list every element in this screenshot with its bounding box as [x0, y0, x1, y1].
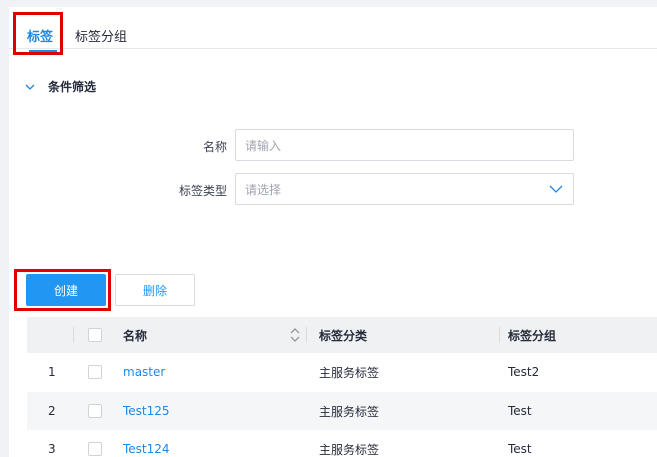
row-checkbox[interactable] — [88, 365, 102, 379]
chevron-down-icon — [549, 185, 563, 193]
sort-icon[interactable] — [289, 317, 301, 353]
table-header: 名称 标签分类 标签分组 — [27, 317, 657, 353]
tag-category: 主服务标签 — [319, 365, 380, 380]
column-divider — [499, 327, 500, 343]
table-row[interactable]: 1 master 主服务标签 Test2 — [27, 353, 657, 391]
row-index: 3 — [48, 442, 56, 456]
filter-title: 条件筛选 — [48, 80, 97, 94]
highlight-box-create — [14, 269, 111, 311]
filter-section-header[interactable]: 条件筛选 — [23, 78, 96, 95]
tag-group: Test2 — [508, 365, 540, 379]
tag-name-link[interactable]: Test125 — [123, 392, 170, 430]
name-label: 名称 — [202, 140, 227, 154]
column-divider — [73, 327, 74, 343]
tag-type-placeholder: 请选择 — [245, 182, 282, 197]
tag-name-link[interactable]: master — [123, 353, 165, 391]
column-header-group: 标签分组 — [508, 328, 557, 343]
row-checkbox-cell — [88, 430, 102, 457]
name-input-placeholder: 请输入 — [245, 138, 282, 153]
chevron-down-icon — [25, 84, 35, 90]
table-row[interactable]: 2 Test125 主服务标签 Test — [27, 392, 657, 430]
tag-category: 主服务标签 — [319, 404, 380, 419]
select-all-cell — [88, 317, 102, 353]
tag-type-select[interactable]: 请选择 — [235, 173, 574, 205]
tag-group: Test — [508, 442, 532, 456]
row-index: 1 — [48, 365, 56, 379]
highlight-box-tab — [13, 12, 63, 55]
tab-bar: 标签 标签分组 — [9, 14, 657, 52]
column-header-category: 标签分类 — [319, 328, 368, 343]
row-checkbox-cell — [88, 392, 102, 430]
page: 标签 标签分组 条件筛选 名称 请输入 标签类型 请选择 创建 删除 名称 标签… — [9, 0, 657, 457]
select-all-checkbox[interactable] — [88, 328, 102, 342]
row-index: 2 — [48, 404, 56, 418]
tag-type-label: 标签类型 — [178, 184, 227, 198]
tag-group: Test — [508, 404, 532, 418]
row-checkbox[interactable] — [88, 442, 102, 456]
column-header-name[interactable]: 名称 — [123, 317, 147, 353]
tag-name-link[interactable]: Test124 — [123, 430, 170, 457]
delete-button[interactable]: 删除 — [115, 274, 195, 306]
row-checkbox[interactable] — [88, 404, 102, 418]
column-divider — [306, 327, 307, 343]
table-row[interactable]: 3 Test124 主服务标签 Test — [27, 430, 657, 457]
row-checkbox-cell — [88, 353, 102, 391]
tag-category: 主服务标签 — [319, 442, 380, 457]
tab-tag-groups[interactable]: 标签分组 — [75, 26, 127, 45]
name-input[interactable]: 请输入 — [235, 129, 574, 161]
